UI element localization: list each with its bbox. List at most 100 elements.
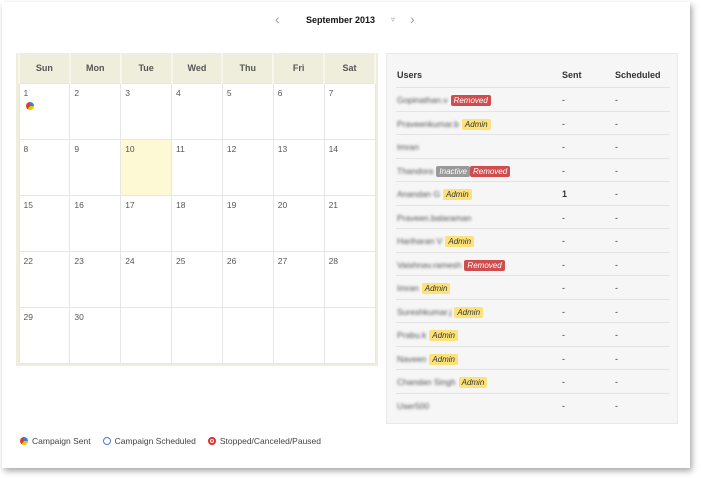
day-cell[interactable]: 28	[323, 250, 376, 308]
scheduled-count: -	[615, 142, 618, 152]
user-name: Vaishnav.ramesh	[397, 259, 462, 270]
day-number: 10	[125, 143, 135, 154]
calendar-week: 8 9 10 11 12 13 14	[18, 138, 376, 196]
day-number: 15	[23, 199, 33, 210]
day-number: 8	[23, 143, 29, 154]
day-cell[interactable]: 22	[18, 250, 71, 308]
weekday-header: Thu	[221, 53, 275, 83]
sent-count: -	[562, 142, 565, 152]
day-number: 17	[125, 199, 135, 210]
scheduled-count: -	[615, 118, 618, 129]
stopped-icon	[207, 437, 216, 445]
user-name-cell: Gopinathan.v Removed	[397, 95, 491, 106]
day-cell[interactable]: 12	[221, 138, 274, 196]
day-number: 27	[277, 255, 288, 266]
day-cell[interactable]: 13	[272, 138, 325, 196]
campaign-scheduled-icon	[102, 437, 111, 445]
day-number: 1	[23, 87, 29, 98]
user-name-cell: Sureshkumar.j Admin	[397, 306, 484, 318]
day-number: 25	[176, 255, 186, 266]
calendar-week: 1 2 3 4 5 6 7	[18, 82, 376, 140]
day-cell[interactable]: 17	[120, 194, 173, 252]
day-cell[interactable]: 15	[18, 194, 71, 252]
users-panel: Users Sent Scheduled Gopinathan.v Removed…	[386, 53, 678, 424]
admin-badge: Admin	[429, 330, 458, 341]
day-cell[interactable]: 26	[221, 250, 274, 308]
day-cell[interactable]: 11	[171, 138, 223, 196]
day-cell[interactable]: 9	[69, 138, 122, 196]
sent-count: -	[562, 165, 565, 176]
legend: Campaign Sent Campaign Scheduled Stopped…	[20, 436, 321, 446]
day-cell[interactable]: 19	[221, 194, 274, 252]
day-cell[interactable]: 1	[18, 82, 71, 140]
campaign-sent-icon	[20, 437, 28, 445]
sent-header: Sent	[562, 70, 582, 80]
user-row: Gopinathan.v Removed - -	[396, 87, 670, 110]
day-cell[interactable]: 25	[171, 250, 223, 308]
day-number: 19	[226, 199, 237, 210]
user-name-cell: Hariharan V Admin	[397, 236, 475, 247]
user-name-cell: Prabu.k Admin	[397, 330, 458, 341]
day-cell[interactable]: 16	[69, 194, 122, 252]
user-row: Praveen.balaraman - -	[396, 204, 670, 228]
user-row: Imran - -	[396, 134, 670, 157]
day-number: 16	[74, 199, 84, 210]
prev-month-button[interactable]: ‹	[275, 11, 280, 27]
admin-badge: Admin	[454, 306, 484, 318]
scheduled-count: -	[615, 212, 618, 223]
campaign-sent-icon[interactable]	[25, 101, 34, 110]
day-cell[interactable]: 29	[18, 306, 71, 364]
scheduled-count: -	[615, 259, 618, 270]
calendar-week: 22 23 24 25 26 27 28	[18, 250, 376, 308]
day-number: 11	[176, 143, 185, 154]
user-name-cell: Naveen Admin	[397, 353, 458, 365]
scheduled-count: -	[615, 283, 618, 293]
day-cell[interactable]: 8	[18, 138, 71, 196]
user-row: Hariharan V Admin - -	[396, 228, 670, 251]
weekday-header: Mon	[68, 53, 122, 83]
day-cell[interactable]: 27	[272, 250, 325, 308]
day-cell[interactable]: 18	[171, 194, 223, 252]
month-dropdown-icon[interactable]: ▿	[391, 15, 395, 24]
user-row: User500 - -	[396, 392, 670, 416]
weekday-header: Wed	[170, 53, 224, 83]
day-cell[interactable]: 4	[171, 82, 223, 140]
empty-cell	[171, 306, 223, 364]
empty-cell	[120, 306, 173, 364]
user-name: Imran	[397, 283, 419, 293]
user-name: Hariharan V	[397, 236, 443, 246]
user-row: Naveen Admin - -	[396, 345, 670, 369]
next-month-button[interactable]: ›	[410, 11, 415, 27]
scheduled-count: -	[615, 400, 618, 411]
sent-count: -	[562, 95, 565, 105]
removed-badge: Removed	[469, 165, 511, 177]
day-cell[interactable]: 14	[323, 138, 376, 196]
day-cell[interactable]: 2	[69, 82, 122, 140]
day-cell[interactable]: 3	[120, 82, 173, 140]
day-number: 12	[226, 143, 237, 154]
day-cell[interactable]: 10	[120, 138, 173, 196]
sent-count: -	[562, 330, 565, 340]
day-number: 20	[277, 199, 288, 210]
day-cell[interactable]: 6	[272, 82, 325, 140]
user-name: Sureshkumar.j	[397, 306, 452, 317]
scheduled-count: -	[615, 189, 618, 199]
removed-badge: Removed	[464, 259, 505, 271]
day-cell[interactable]: 20	[272, 194, 325, 252]
sent-count: -	[562, 212, 565, 223]
user-name: Chandan Singh	[397, 377, 456, 387]
day-cell[interactable]: 5	[221, 82, 274, 140]
sent-count: -	[562, 377, 565, 387]
day-cell[interactable]: 23	[69, 250, 122, 308]
legend-item: Campaign Scheduled	[102, 436, 196, 446]
removed-badge: Removed	[450, 95, 491, 106]
sent-count: -	[562, 283, 565, 293]
legend-label: Stopped/Canceled/Paused	[219, 436, 322, 446]
empty-cell	[272, 306, 325, 364]
day-number: 21	[328, 199, 339, 210]
inactive-badge: Inactive	[436, 165, 470, 177]
day-cell[interactable]: 30	[69, 306, 122, 364]
day-cell[interactable]: 7	[323, 82, 376, 140]
day-cell[interactable]: 24	[120, 250, 173, 308]
day-cell[interactable]: 21	[323, 194, 376, 252]
